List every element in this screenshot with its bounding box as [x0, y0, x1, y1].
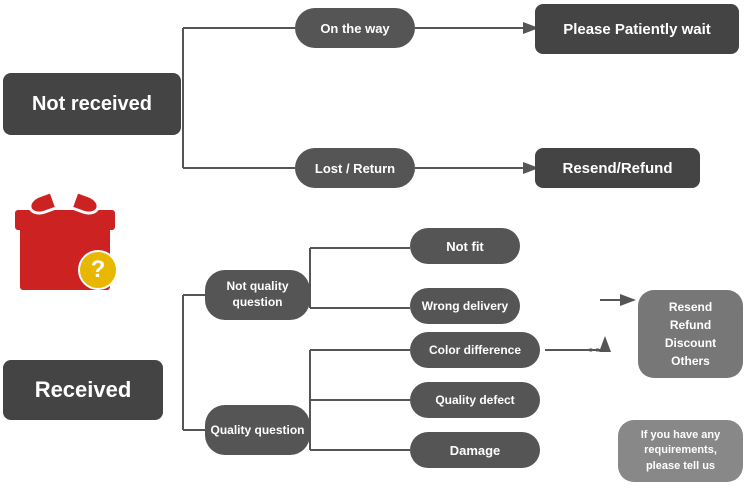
wrong-delivery-node: Wrong delivery: [410, 288, 520, 324]
gift-box: ?: [10, 180, 130, 290]
quality-defect-node: Quality defect: [410, 382, 540, 418]
resend-refund-top-node: Resend/Refund: [535, 148, 700, 188]
damage-node: Damage: [410, 432, 540, 468]
on-the-way-node: On the way: [295, 8, 415, 48]
resend-options-bubble: Resend Refund Discount Others: [638, 290, 743, 378]
not-received-node: Not received: [3, 73, 181, 135]
question-icon: ?: [78, 250, 118, 290]
tell-us-bubble: If you have any requirements, please tel…: [618, 420, 743, 482]
lost-return-node: Lost / Return: [295, 148, 415, 188]
color-diff-node: Color difference: [410, 332, 540, 368]
dots-indicator: ···: [588, 340, 608, 363]
not-quality-node: Not quality question: [205, 270, 310, 320]
not-fit-node: Not fit: [410, 228, 520, 264]
please-wait-node: Please Patiently wait: [535, 4, 739, 54]
quality-node: Quality question: [205, 405, 310, 455]
received-node: Received: [3, 360, 163, 420]
